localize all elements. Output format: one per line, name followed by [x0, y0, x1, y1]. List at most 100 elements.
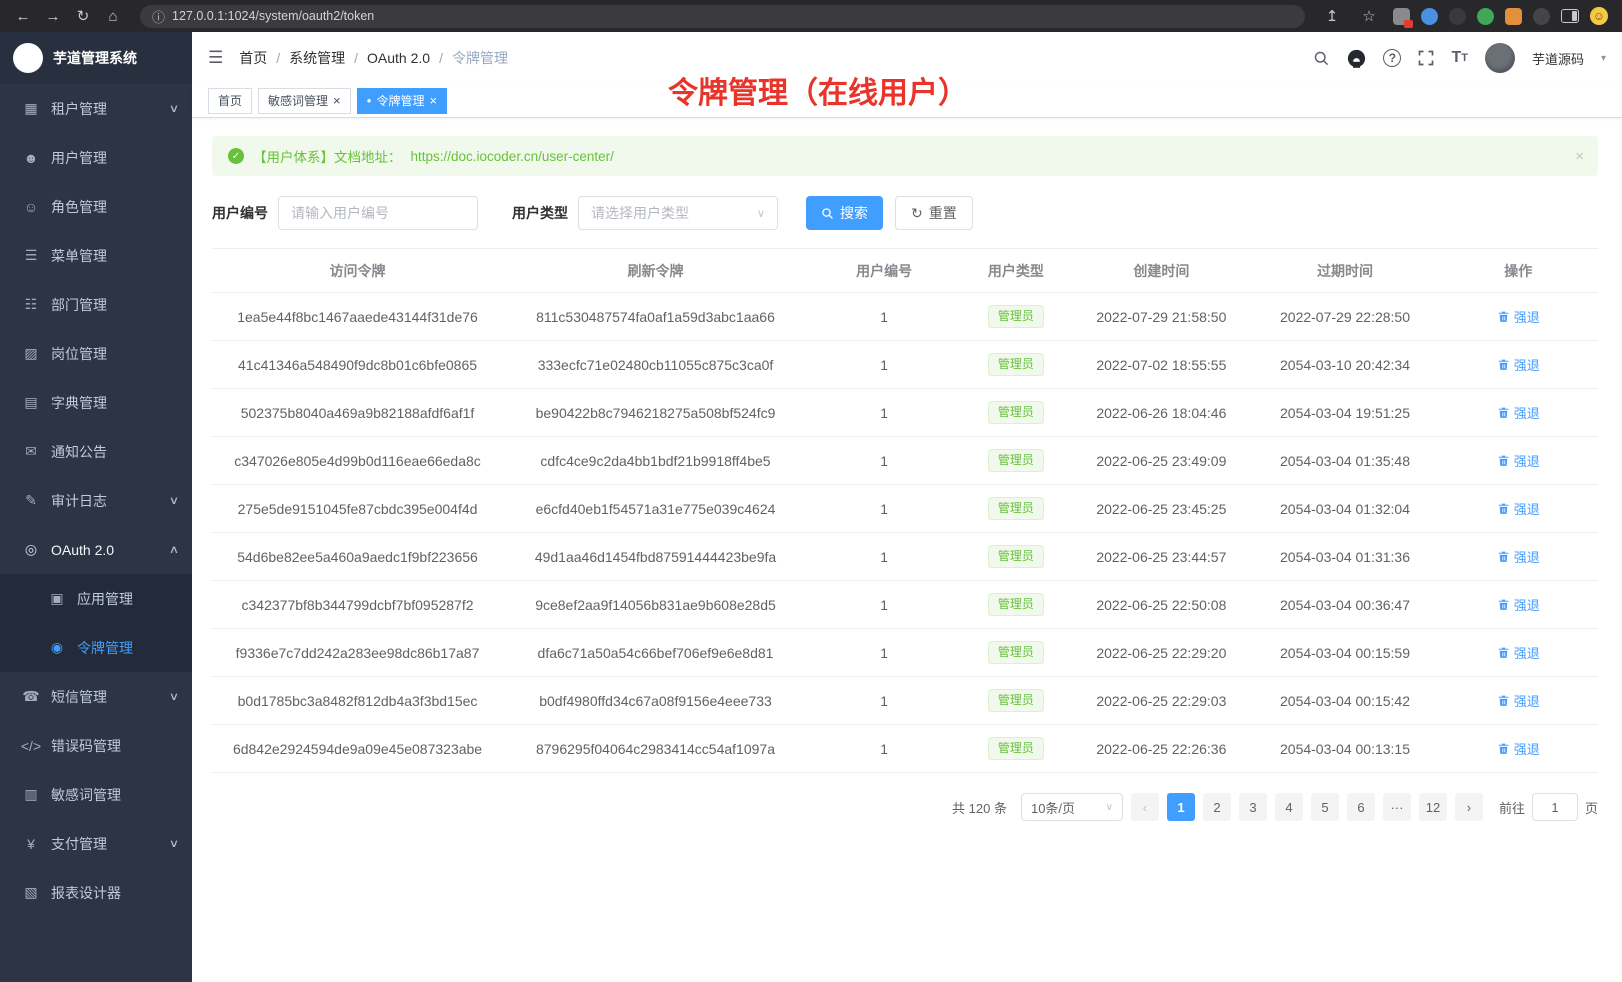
alert-close-icon[interactable]: ×: [1575, 148, 1584, 165]
table-row: 6d842e2924594de9a09e45e087323abe8796295f…: [212, 725, 1598, 773]
goto-page-input[interactable]: [1532, 793, 1578, 821]
profile-avatar-icon[interactable]: ☺: [1590, 7, 1608, 25]
pagination-ellipsis[interactable]: ···: [1383, 793, 1411, 821]
share-icon[interactable]: ↥: [1319, 4, 1345, 28]
app-logo[interactable]: 芋道管理系统: [0, 32, 192, 84]
dark-extension-2-icon[interactable]: [1533, 8, 1550, 25]
force-logout-button[interactable]: 强退: [1497, 547, 1540, 566]
breadcrumb-item[interactable]: OAuth 2.0: [367, 50, 430, 66]
breadcrumb-item[interactable]: 首页: [239, 48, 267, 68]
app: 芋道管理系统 ▦租户管理∨☻用户管理☺角色管理☰菜单管理☷部门管理▨岗位管理▤字…: [0, 32, 1622, 982]
force-logout-button[interactable]: 强退: [1497, 691, 1540, 710]
font-size-icon[interactable]: TT: [1451, 49, 1468, 67]
username[interactable]: 芋道源码: [1532, 49, 1584, 68]
help-icon[interactable]: ?: [1383, 49, 1401, 67]
github-icon[interactable]: [1347, 49, 1366, 68]
sidebar-item-oauth2-token[interactable]: ◉令牌管理: [0, 623, 192, 672]
tab-item[interactable]: 首页: [208, 88, 252, 114]
navbar-actions: ? TT 芋道源码 ▾: [1313, 43, 1606, 73]
pagination-next-button[interactable]: ›: [1455, 793, 1483, 821]
main-area: ☰ 首页/系统管理/OAuth 2.0/令牌管理 ? TT 芋道源码: [192, 32, 1622, 982]
force-logout-button[interactable]: 强退: [1497, 499, 1540, 518]
address-bar[interactable]: ⓘ 127.0.0.1:1024/system/oauth2/token: [140, 5, 1305, 28]
user-type-select[interactable]: 请选择用户类型 ∨: [578, 196, 778, 230]
force-logout-icon: [1497, 550, 1510, 563]
create-time-cell: 2022-07-29 21:58:50: [1071, 293, 1251, 341]
content: ✓ 【用户体系】文档地址： https://doc.iocoder.cn/use…: [192, 118, 1622, 982]
sidebar-item-report[interactable]: ▧报表设计器: [0, 868, 192, 917]
page-size-select[interactable]: 10条/页 ∨: [1021, 793, 1123, 821]
browser-back-icon[interactable]: ←: [10, 4, 36, 28]
sidebar-item-label: 敏感词管理: [51, 785, 121, 805]
dark-extension-icon[interactable]: [1449, 8, 1466, 25]
sidebar-item-error-code[interactable]: </>错误码管理: [0, 721, 192, 770]
reset-button[interactable]: ↻ 重置: [895, 196, 973, 230]
user-avatar[interactable]: [1485, 43, 1515, 73]
sidebar-item-user[interactable]: ☻用户管理: [0, 133, 192, 182]
access-token-cell: b0d1785bc3a8482f812db4a3f3bd15ec: [212, 677, 503, 725]
tab-close-icon[interactable]: ×: [429, 94, 437, 107]
sidebar-fold-icon[interactable]: ☰: [208, 48, 223, 68]
action-cell: 强退: [1439, 341, 1598, 389]
pagination-page-button[interactable]: 4: [1275, 793, 1303, 821]
sidebar-item-role[interactable]: ☺角色管理: [0, 182, 192, 231]
force-logout-button[interactable]: 强退: [1497, 355, 1540, 374]
doc-link[interactable]: https://doc.iocoder.cn/user-center/: [411, 149, 614, 164]
sidebar-item-label: 通知公告: [51, 442, 107, 462]
force-logout-button[interactable]: 强退: [1497, 403, 1540, 422]
breadcrumb-item: 令牌管理: [452, 48, 508, 68]
pagination-page-button[interactable]: 1: [1167, 793, 1195, 821]
green-extension-icon[interactable]: [1477, 8, 1494, 25]
pagination-page-button[interactable]: 2: [1203, 793, 1231, 821]
tenant-icon: ▦: [20, 100, 42, 117]
refresh-token-cell: 49d1aa46d1454fbd87591444423be9fa: [503, 533, 808, 581]
tab-item[interactable]: 敏感词管理×: [258, 88, 351, 114]
tab-close-icon[interactable]: ×: [333, 94, 341, 107]
tab-active-dot-icon: ●: [367, 97, 372, 105]
browser-forward-icon[interactable]: →: [40, 4, 66, 28]
sidebar-item-pay[interactable]: ¥支付管理∨: [0, 819, 192, 868]
sidebar-item-oauth2-app[interactable]: ▣应用管理: [0, 574, 192, 623]
access-token-cell: 502375b8040a469a9b82188afdf6af1f: [212, 389, 503, 437]
extension-badged-icon[interactable]: [1393, 8, 1410, 25]
search-button[interactable]: 搜索: [806, 196, 883, 230]
search-icon[interactable]: [1313, 50, 1330, 67]
sidebar-item-notice[interactable]: ✉通知公告: [0, 427, 192, 476]
expire-time-cell: 2054-03-04 01:32:04: [1251, 485, 1438, 533]
sidebar-item-post[interactable]: ▨岗位管理: [0, 329, 192, 378]
force-logout-button[interactable]: 强退: [1497, 595, 1540, 614]
browser-home-icon[interactable]: ⌂: [100, 4, 126, 28]
fullscreen-icon[interactable]: [1418, 50, 1434, 66]
force-logout-button[interactable]: 强退: [1497, 643, 1540, 662]
sidebar-item-dict[interactable]: ▤字典管理: [0, 378, 192, 427]
sidebar-item-sms[interactable]: ☎短信管理∨: [0, 672, 192, 721]
pager: ‹123456···12›: [1131, 793, 1483, 821]
pagination-page-button[interactable]: 5: [1311, 793, 1339, 821]
pagination-page-button[interactable]: 12: [1419, 793, 1447, 821]
pagination-prev-button[interactable]: ‹: [1131, 793, 1159, 821]
user-id-input[interactable]: [278, 196, 478, 230]
access-token-cell: 54d6be82ee5a460a9aedc1f9bf223656: [212, 533, 503, 581]
tab-active[interactable]: ●令牌管理×: [357, 88, 447, 114]
pagination-page-button[interactable]: 6: [1347, 793, 1375, 821]
sidebar-item-audit-log[interactable]: ✎审计日志∨: [0, 476, 192, 525]
pagination-page-button[interactable]: 3: [1239, 793, 1267, 821]
browser-reload-icon[interactable]: ↻: [70, 4, 96, 28]
chevron-down-icon: ∨: [169, 837, 179, 850]
sidebar-panel-icon[interactable]: [1561, 9, 1579, 23]
user-menu-caret-icon[interactable]: ▾: [1601, 53, 1606, 64]
force-logout-button[interactable]: 强退: [1497, 307, 1540, 326]
sidebar-item-oauth2[interactable]: ◎OAuth 2.0∧: [0, 525, 192, 574]
breadcrumb-item[interactable]: 系统管理: [289, 48, 345, 68]
sidebar-item-menu[interactable]: ☰菜单管理: [0, 231, 192, 280]
sidebar-item-dept[interactable]: ☷部门管理: [0, 280, 192, 329]
blue-extension-icon[interactable]: [1421, 8, 1438, 25]
sidebar-item-sensitive-word[interactable]: ▥敏感词管理: [0, 770, 192, 819]
expire-time-cell: 2054-03-04 00:36:47: [1251, 581, 1438, 629]
force-logout-button[interactable]: 强退: [1497, 739, 1540, 758]
force-logout-button[interactable]: 强退: [1497, 451, 1540, 470]
puzzle-extension-icon[interactable]: [1505, 8, 1522, 25]
site-info-icon[interactable]: ⓘ: [152, 7, 165, 26]
bookmark-star-icon[interactable]: ☆: [1356, 4, 1382, 28]
sidebar-item-tenant[interactable]: ▦租户管理∨: [0, 84, 192, 133]
